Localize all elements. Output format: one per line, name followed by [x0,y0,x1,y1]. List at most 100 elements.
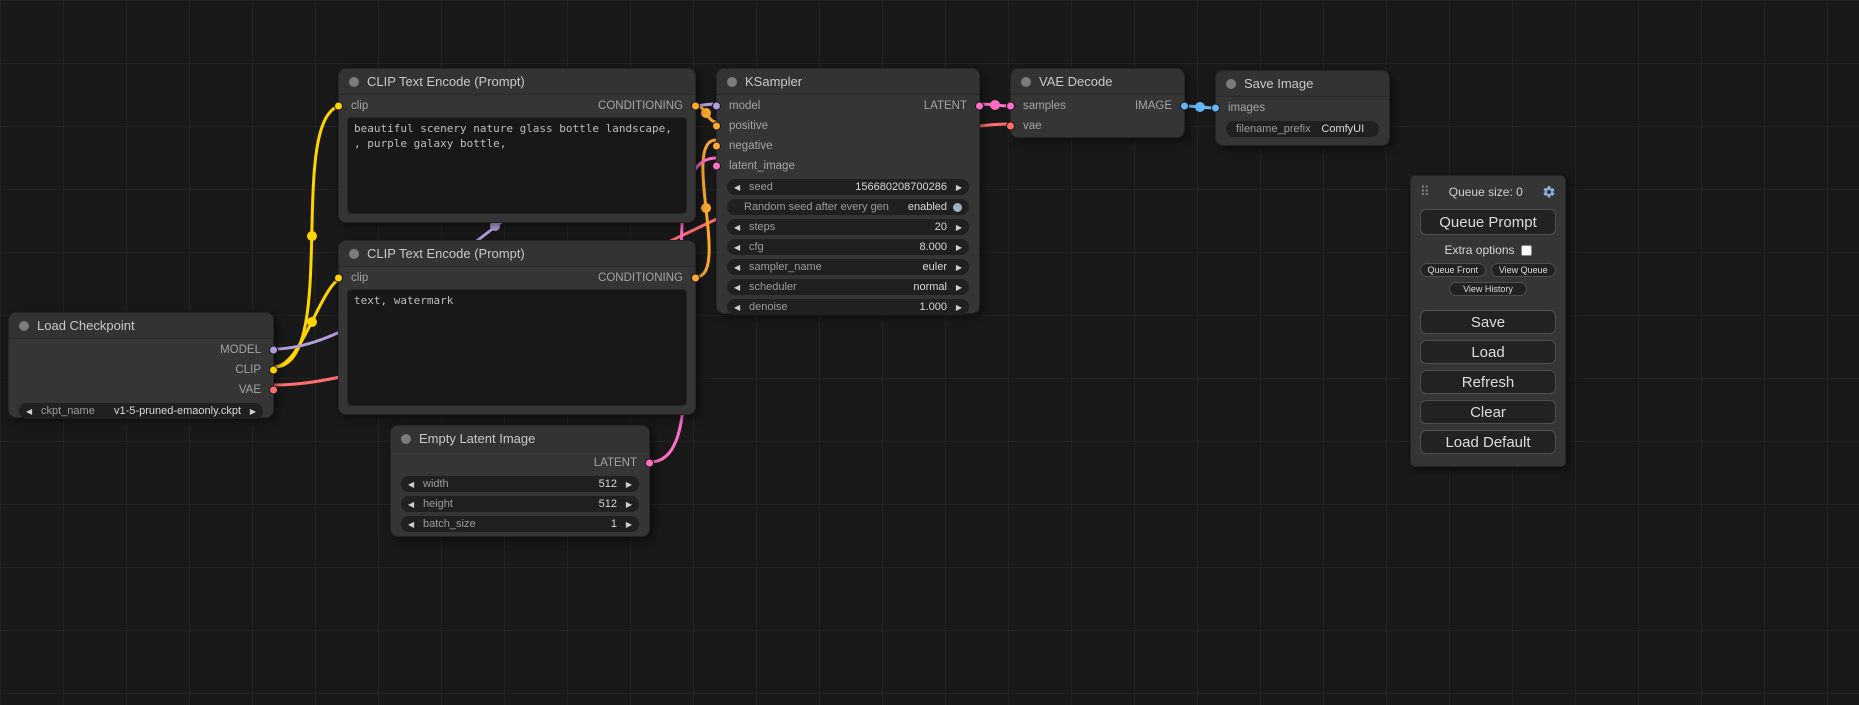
increment-arrow-icon[interactable]: ▶ [620,480,632,489]
widget-sampler-name[interactable]: ◀ sampler_name euler ▶ [727,259,969,275]
node-graph-canvas[interactable]: Load Checkpoint MODEL CLIP VAE ◀ ckpt_na… [0,0,1859,705]
clear-button[interactable]: Clear [1420,400,1556,424]
drag-handle-icon[interactable]: ⠿ [1420,184,1430,200]
widget-denoise[interactable]: ◀ denoise 1.000 ▶ [727,299,969,315]
node-ksampler[interactable]: KSampler model LATENT positive negative … [716,68,980,314]
output-slot-conditioning[interactable] [691,102,700,111]
output-slot-latent[interactable] [645,459,654,468]
widget-scheduler[interactable]: ◀ scheduler normal ▶ [727,279,969,295]
input-slot-model[interactable] [712,102,721,111]
node-title-bar[interactable]: CLIP Text Encode (Prompt) [339,69,695,95]
widget-name: cfg [746,241,767,253]
node-title-bar[interactable]: KSampler [717,69,979,95]
settings-gear-icon[interactable] [1542,185,1556,199]
queue-size-label: Queue size: 0 [1449,185,1523,199]
output-slot-image[interactable] [1180,102,1189,111]
link-midpoint-dot [307,231,317,241]
positive-prompt-textarea[interactable]: beautiful scenery nature glass bottle la… [347,117,687,214]
toggle-knob-icon[interactable] [953,203,962,212]
input-slot-clip[interactable] [334,274,343,283]
refresh-button[interactable]: Refresh [1420,370,1556,394]
negative-prompt-textarea[interactable]: text, watermark [347,289,687,406]
widget-value: v1-5-pruned-emaonly.ckpt [98,405,244,417]
view-queue-button[interactable]: View Queue [1491,263,1557,277]
node-title-bar[interactable]: VAE Decode [1011,69,1184,95]
input-label-negative: negative [729,140,772,152]
widget-height[interactable]: ◀ height 512 ▶ [401,496,639,512]
increment-arrow-icon[interactable]: ▶ [950,263,962,272]
queue-buttons-row: Queue Front View Queue [1420,263,1556,277]
node-load-checkpoint[interactable]: Load Checkpoint MODEL CLIP VAE ◀ ckpt_na… [8,312,274,418]
queue-prompt-button[interactable]: Queue Prompt [1420,209,1556,235]
extra-options-checkbox[interactable] [1521,245,1532,256]
widget-seed[interactable]: ◀ seed 156680208700286 ▶ [727,179,969,195]
node-vae-decode[interactable]: VAE Decode samples IMAGE vae [1010,68,1185,138]
node-title-bar[interactable]: CLIP Text Encode (Prompt) [339,241,695,267]
decrement-arrow-icon[interactable]: ◀ [26,407,38,416]
input-slot-clip[interactable] [334,102,343,111]
widget-batch-size[interactable]: ◀ batch_size 1 ▶ [401,516,639,532]
output-slot-model[interactable] [269,346,278,355]
save-button[interactable]: Save [1420,310,1556,334]
comfy-menu-panel: ⠿ Queue size: 0 Queue Prompt Extra optio… [1410,175,1566,467]
increment-arrow-icon[interactable]: ▶ [244,407,256,416]
decrement-arrow-icon[interactable]: ◀ [734,223,746,232]
node-status-dot [19,321,29,331]
input-slot-positive[interactable] [712,122,721,131]
input-slot-vae[interactable] [1006,122,1015,131]
input-slot-samples[interactable] [1006,102,1015,111]
queue-front-button[interactable]: Queue Front [1420,263,1486,277]
increment-arrow-icon[interactable]: ▶ [950,283,962,292]
node-title-bar[interactable]: Save Image [1216,71,1389,97]
node-title: Load Checkpoint [37,318,135,333]
widget-value: 1.000 [791,301,950,313]
widget-name: steps [746,221,778,233]
increment-arrow-icon[interactable]: ▶ [620,520,632,529]
widget-width[interactable]: ◀ width 512 ▶ [401,476,639,492]
input-label-positive: positive [729,120,768,132]
output-slot-clip[interactable] [269,366,278,375]
link-midpoint-dot [701,108,711,118]
slot-row: clip CONDITIONING [339,97,695,115]
node-clip-text-encode-positive[interactable]: CLIP Text Encode (Prompt) clip CONDITION… [338,68,696,223]
widget-ckpt-name[interactable]: ◀ ckpt_name v1-5-pruned-emaonly.ckpt ▶ [19,403,263,419]
input-slot-negative[interactable] [712,142,721,151]
slot-row: positive [717,117,979,135]
load-default-button[interactable]: Load Default [1420,430,1556,454]
slot-row: LATENT [391,454,649,472]
slot-row: VAE [9,381,273,399]
output-label-conditioning: CONDITIONING [598,272,683,284]
output-slot-conditioning[interactable] [691,274,700,283]
load-button[interactable]: Load [1420,340,1556,364]
decrement-arrow-icon[interactable]: ◀ [408,480,420,489]
input-slot-latent-image[interactable] [712,162,721,171]
node-empty-latent-image[interactable]: Empty Latent Image LATENT ◀ width 512 ▶ … [390,425,650,537]
node-title: KSampler [745,74,802,89]
decrement-arrow-icon[interactable]: ◀ [734,303,746,312]
decrement-arrow-icon[interactable]: ◀ [734,263,746,272]
increment-arrow-icon[interactable]: ▶ [950,223,962,232]
menu-header: ⠿ Queue size: 0 [1420,182,1556,202]
increment-arrow-icon[interactable]: ▶ [950,303,962,312]
increment-arrow-icon[interactable]: ▶ [620,500,632,509]
node-clip-text-encode-negative[interactable]: CLIP Text Encode (Prompt) clip CONDITION… [338,240,696,415]
decrement-arrow-icon[interactable]: ◀ [734,183,746,192]
widget-steps[interactable]: ◀ steps 20 ▶ [727,219,969,235]
node-title-bar[interactable]: Empty Latent Image [391,426,649,452]
widget-filename-prefix[interactable]: filename_prefix ComfyUI [1226,121,1379,137]
output-label-model: MODEL [220,344,261,356]
view-history-button[interactable]: View History [1449,282,1527,296]
decrement-arrow-icon[interactable]: ◀ [734,243,746,252]
decrement-arrow-icon[interactable]: ◀ [408,520,420,529]
widget-random-seed-toggle[interactable]: Random seed after every gen enabled [727,199,969,215]
node-title-bar[interactable]: Load Checkpoint [9,313,273,339]
widget-cfg[interactable]: ◀ cfg 8.000 ▶ [727,239,969,255]
output-slot-latent[interactable] [975,102,984,111]
input-slot-images[interactable] [1211,104,1220,113]
node-save-image[interactable]: Save Image images filename_prefix ComfyU… [1215,70,1390,146]
decrement-arrow-icon[interactable]: ◀ [408,500,420,509]
decrement-arrow-icon[interactable]: ◀ [734,283,746,292]
output-slot-vae[interactable] [269,386,278,395]
increment-arrow-icon[interactable]: ▶ [950,243,962,252]
increment-arrow-icon[interactable]: ▶ [950,183,962,192]
